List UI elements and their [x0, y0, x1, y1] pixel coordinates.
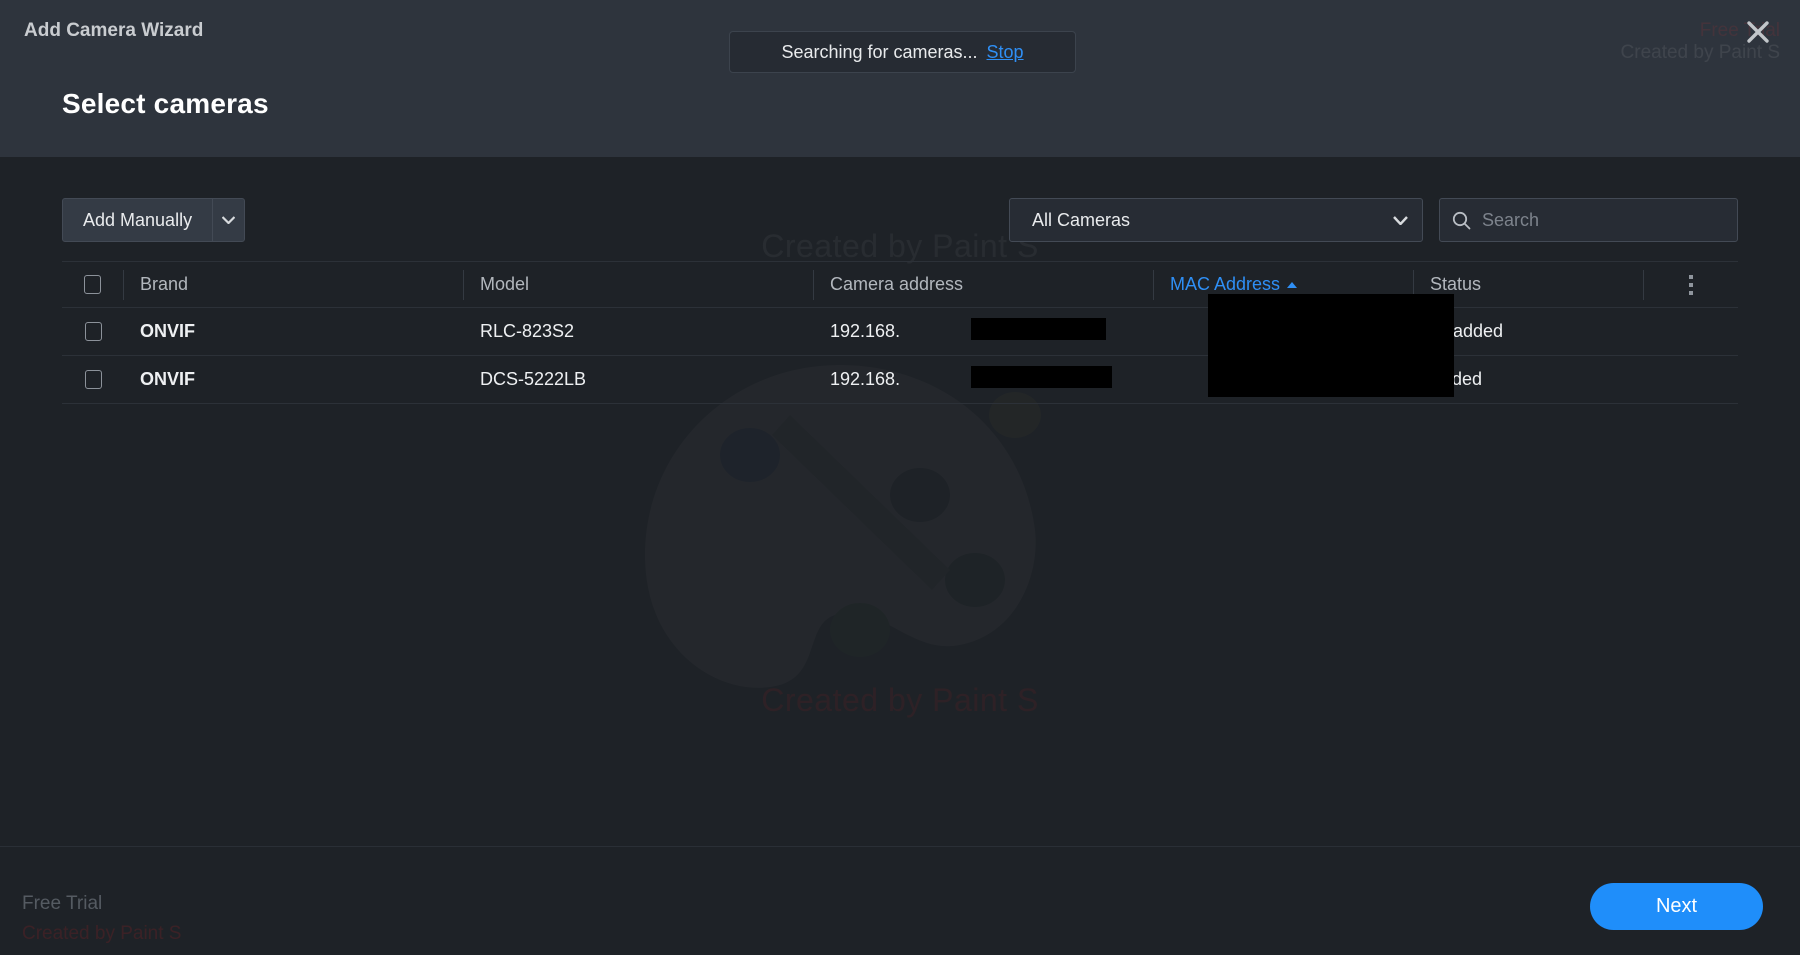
stop-search-link[interactable]: Stop [987, 42, 1024, 63]
camera-filter-select[interactable]: All Cameras [1009, 198, 1423, 242]
column-header-mac-address-label: MAC Address [1170, 274, 1281, 294]
column-header-model[interactable]: Model [464, 269, 814, 300]
camera-table: Brand Model Camera address MAC Address S… [62, 261, 1738, 404]
table-header-row: Brand Model Camera address MAC Address S… [62, 261, 1738, 308]
footer-divider [0, 846, 1800, 847]
chevron-down-icon [1393, 215, 1408, 225]
add-manually-split-button: Add Manually [62, 198, 246, 242]
dialog-header: Add Camera Wizard Select cameras Free Tr… [0, 0, 1800, 157]
cell-model: RLC-823S2 [480, 321, 575, 341]
searching-toast: Searching for cameras... Stop [729, 31, 1076, 73]
cell-camera-address: 192.168. [830, 321, 901, 341]
row-select-cell [62, 370, 124, 389]
row-checkbox[interactable] [84, 322, 102, 341]
search-box [1439, 198, 1738, 242]
column-header-brand[interactable]: Brand [124, 269, 464, 300]
cell-brand: ONVIF [140, 369, 196, 389]
column-header-camera-address[interactable]: Camera address [814, 269, 1154, 300]
chevron-down-icon [222, 216, 236, 224]
column-options-cell [1644, 270, 1738, 300]
table-row[interactable]: ONVIF DCS-5222LB 192.168. Added [62, 356, 1738, 404]
row-select-cell [62, 322, 124, 341]
cell-camera-address: 192.168. [830, 369, 901, 389]
column-header-status[interactable]: Status [1414, 269, 1644, 300]
close-icon [1747, 21, 1769, 43]
dialog-body: Add Manually All Cameras Search Brand Mo… [0, 157, 1800, 955]
close-button[interactable] [1736, 10, 1780, 54]
add-manually-dropdown-button[interactable] [213, 199, 244, 241]
search-input[interactable] [1482, 209, 1725, 231]
table-row[interactable]: ONVIF RLC-823S2 192.168. Unadded [62, 308, 1738, 356]
cell-status: Unadded [1430, 321, 1504, 341]
page-title: Select cameras [62, 88, 269, 119]
search-icon [1452, 211, 1471, 229]
caret-up-icon [1287, 281, 1298, 288]
cell-status: Added [1430, 369, 1483, 389]
next-button[interactable]: Next [1590, 883, 1763, 930]
add-manually-button[interactable]: Add Manually [63, 199, 214, 241]
select-all-header-cell [62, 269, 124, 300]
cell-model: DCS-5222LB [480, 369, 587, 389]
row-checkbox[interactable] [84, 370, 102, 389]
kebab-menu-icon[interactable] [1689, 274, 1693, 295]
column-header-mac-address[interactable]: MAC Address [1154, 269, 1414, 300]
wizard-title: Add Camera Wizard [24, 20, 204, 41]
cell-brand: ONVIF [140, 321, 196, 341]
toolbar: Add Manually All Cameras [62, 198, 1738, 242]
select-all-checkbox[interactable] [84, 275, 101, 294]
camera-filter-value: All Cameras [1032, 209, 1131, 230]
license-label: Free Trial [22, 893, 103, 914]
toast-message: Searching for cameras... [781, 41, 978, 62]
